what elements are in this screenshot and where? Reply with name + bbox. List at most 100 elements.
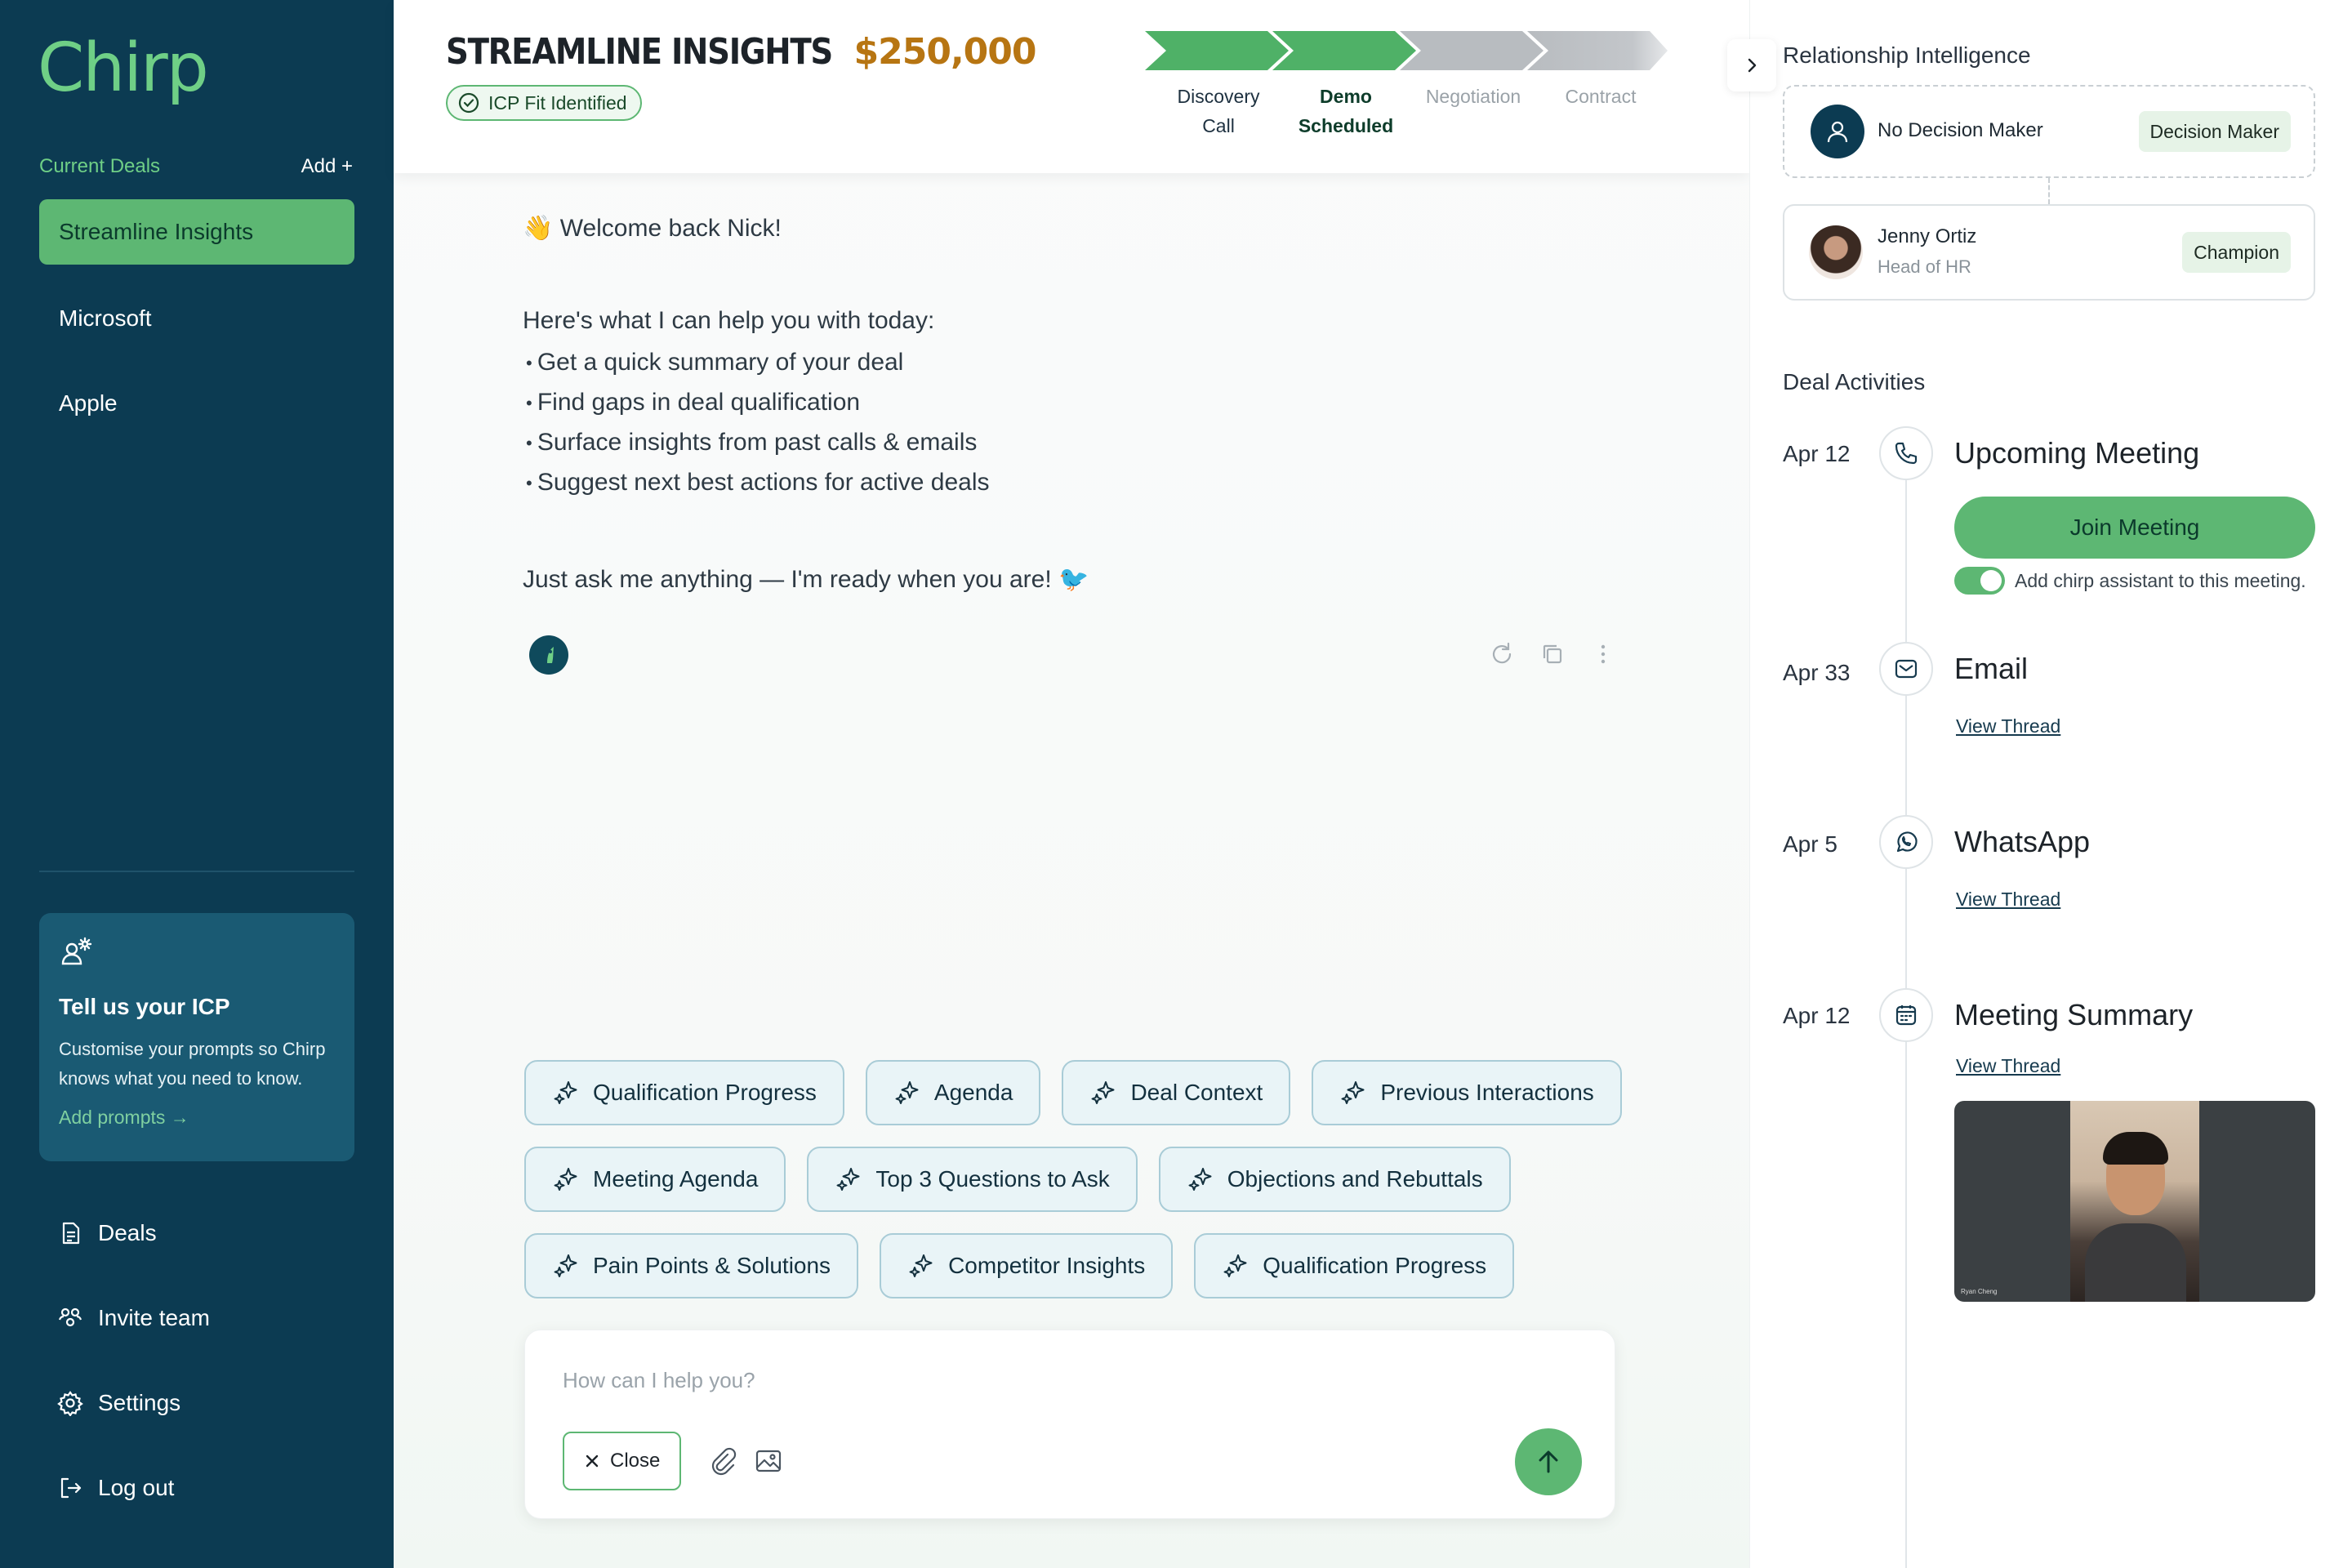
chip-top-3-questions[interactable]: Top 3 Questions to Ask: [807, 1147, 1138, 1212]
view-thread-link[interactable]: View Thread: [1956, 1055, 2060, 1077]
copy-icon[interactable]: [1539, 640, 1566, 668]
deal-amount: $250,000: [853, 31, 1036, 73]
chat-capabilities-list: Get a quick summary of your deal Find ga…: [526, 343, 990, 503]
chip-objections-rebuttals[interactable]: Objections and Rebuttals: [1158, 1147, 1511, 1212]
relationship-card-jenny-ortiz[interactable]: Jenny Ortiz Head of HR Champion: [1783, 204, 2315, 301]
activity-title: WhatsApp: [1954, 825, 2091, 858]
arrow-up-icon: [1539, 1450, 1558, 1473]
nav-label-logout: Log out: [98, 1475, 175, 1500]
stage-label-line: Call: [1202, 115, 1235, 136]
activity-date: Apr 5: [1783, 831, 1838, 857]
chat-main: STREAMLINE INSIGHTS $250,000 ICP Fit Ide…: [394, 0, 1749, 1568]
view-thread-link[interactable]: View Thread: [1956, 715, 2060, 737]
collapse-panel-button[interactable]: [1727, 39, 1776, 91]
toggle-label: Add chirp assistant to this meeting.: [2015, 570, 2306, 591]
chip-row: Pain Points & Solutions Competitor Insig…: [524, 1233, 1635, 1298]
paperclip-icon[interactable]: [708, 1446, 737, 1476]
gear-icon: [57, 1391, 83, 1416]
deal-item-microsoft[interactable]: Microsoft: [39, 286, 354, 351]
sparkle-icon: [1223, 1254, 1247, 1277]
sparkle-icon: [554, 1168, 577, 1191]
stage-arrow-negotiation[interactable]: [1400, 31, 1544, 70]
chip-label: Meeting Agenda: [593, 1166, 759, 1192]
activity-date: Apr 12: [1783, 441, 1851, 466]
activity-icon: [1879, 988, 1933, 1042]
send-button[interactable]: [1515, 1428, 1582, 1495]
chip-label: Agenda: [933, 1080, 1013, 1105]
close-button[interactable]: Close: [563, 1432, 682, 1490]
sparkle-icon: [909, 1254, 933, 1277]
activity-icon: [1879, 815, 1933, 869]
chat-welcome-message: 👋 Welcome back Nick!: [523, 215, 782, 242]
current-deals-label: Current Deals: [39, 155, 161, 177]
stage-arrow-demo[interactable]: [1272, 31, 1416, 70]
view-thread-link[interactable]: View Thread: [1956, 889, 2060, 911]
nav-item-logout[interactable]: Log out: [57, 1475, 174, 1501]
avatar: [1809, 225, 1863, 279]
nav-item-settings[interactable]: Settings: [57, 1390, 180, 1416]
nav-label-invite-team: Invite team: [98, 1305, 210, 1330]
chirp-assistant-toggle[interactable]: [1954, 567, 2005, 595]
icp-fit-badge: ICP Fit Identified: [446, 85, 642, 121]
mail-icon: [1895, 659, 1918, 679]
add-prompts-link[interactable]: Add prompts →: [59, 1107, 335, 1129]
chip-label: Pain Points & Solutions: [593, 1253, 831, 1278]
nav-label-settings: Settings: [98, 1390, 181, 1415]
relationship-card-decision-maker[interactable]: No Decision Maker Decision Maker: [1783, 85, 2315, 178]
icp-card-description: Customise your prompts so Chirp knows wh…: [59, 1039, 326, 1089]
sidebar-divider: [39, 871, 354, 872]
document-icon: [62, 1222, 80, 1245]
sparkle-icon: [554, 1254, 577, 1277]
activity-title: Email: [1954, 652, 2029, 685]
chip-label: Qualification Progress: [1263, 1253, 1487, 1278]
chat-outro: Just ask me anything — I'm ready when yo…: [523, 566, 1089, 593]
chip-meeting-agenda[interactable]: Meeting Agenda: [524, 1147, 786, 1212]
stage-arrow-contract[interactable]: [1527, 31, 1668, 70]
add-deal-button[interactable]: Add +: [301, 155, 353, 178]
video-participant-body: [2085, 1223, 2186, 1302]
stage-contract[interactable]: Contract: [1544, 82, 1658, 111]
stage-negotiation[interactable]: Negotiation: [1416, 82, 1530, 111]
suggestion-chips: Qualification Progress Agenda Deal Conte…: [524, 1060, 1635, 1320]
close-label: Close: [610, 1450, 661, 1472]
message-actions: [1488, 640, 1617, 668]
chip-qualification-progress[interactable]: Qualification Progress: [524, 1060, 844, 1125]
chip-qualification-progress-2[interactable]: Qualification Progress: [1194, 1233, 1515, 1298]
sidebar: Chirp Current Deals Add + Streamline Ins…: [0, 0, 394, 1568]
user-settings-icon: [61, 937, 92, 965]
chip-agenda[interactable]: Agenda: [865, 1060, 1041, 1125]
sparkle-icon: [895, 1081, 919, 1104]
stage-label-line: Contract: [1565, 86, 1637, 107]
relationship-connector: [2048, 178, 2050, 204]
stage-arrow-discovery[interactable]: [1145, 31, 1289, 70]
icp-fit-label: ICP Fit Identified: [488, 91, 627, 114]
chat-input[interactable]: [563, 1368, 1298, 1393]
logout-icon: [60, 1477, 82, 1499]
nav-item-invite-team[interactable]: Invite team: [57, 1305, 210, 1331]
nav-item-deals[interactable]: Deals: [57, 1220, 157, 1246]
refresh-icon[interactable]: [1488, 640, 1516, 668]
person-icon: [1811, 105, 1864, 158]
chat-intro: Here's what I can help you with today:: [523, 307, 935, 334]
check-circle-icon: [458, 92, 479, 114]
chip-previous-interactions[interactable]: Previous Interactions: [1312, 1060, 1622, 1125]
deal-item-apple[interactable]: Apple: [39, 371, 354, 436]
more-options-icon[interactable]: [1589, 640, 1617, 668]
stage-label-line: Discovery: [1177, 86, 1260, 107]
join-meeting-button[interactable]: Join Meeting: [1954, 497, 2315, 559]
deal-header: STREAMLINE INSIGHTS $250,000 ICP Fit Ide…: [394, 0, 1749, 173]
sparkle-icon: [1091, 1081, 1115, 1104]
stage-demo-scheduled[interactable]: Demo Scheduled: [1289, 82, 1403, 140]
meeting-recording-thumbnail[interactable]: Ryan Cheng: [1954, 1101, 2315, 1302]
chat-composer: Close: [524, 1330, 1615, 1519]
activity-icon: [1879, 426, 1933, 480]
chip-pain-points[interactable]: Pain Points & Solutions: [524, 1233, 859, 1298]
chip-competitor-insights[interactable]: Competitor Insights: [880, 1233, 1174, 1298]
deal-item-streamline-insights[interactable]: Streamline Insights: [39, 199, 354, 265]
image-icon[interactable]: [754, 1446, 783, 1476]
activity-date: Apr 12: [1783, 1003, 1851, 1028]
close-icon: [586, 1454, 599, 1468]
chip-deal-context[interactable]: Deal Context: [1062, 1060, 1291, 1125]
stage-label-line: Scheduled: [1298, 115, 1394, 136]
stage-discovery-call[interactable]: Discovery Call: [1161, 82, 1276, 140]
